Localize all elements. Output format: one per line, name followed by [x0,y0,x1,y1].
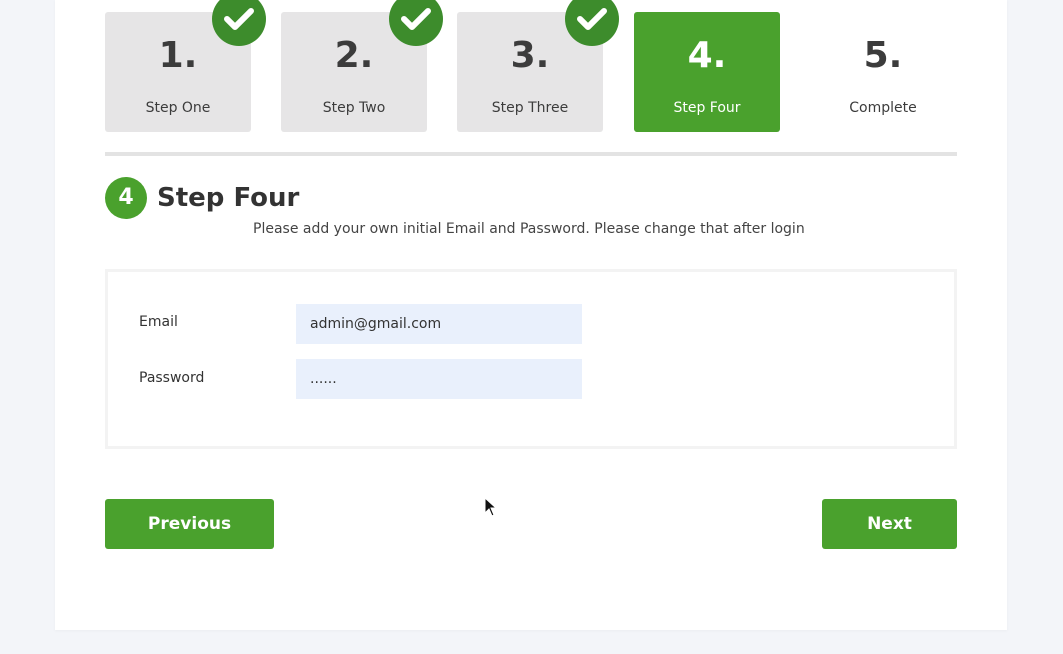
mouse-cursor-icon [484,496,498,521]
step-label: Step One [145,100,211,116]
step-label: Step Four [673,100,741,116]
step-label: Step Two [322,100,386,116]
step-number: 4. [687,35,727,76]
email-field[interactable] [296,304,582,344]
step-complete-tab[interactable]: 5. Complete [810,12,956,132]
step-label: Complete [849,100,917,116]
step-label: Step Three [491,100,569,116]
password-label: Password [139,370,205,386]
step-four-tab[interactable]: 4. Step Four [634,12,780,132]
section-description: Please add your own initial Email and Pa… [253,221,805,237]
next-button[interactable]: Next [822,499,957,549]
previous-button[interactable]: Previous [105,499,274,549]
password-field[interactable] [296,359,582,399]
email-label: Email [139,314,178,330]
progress-divider [105,152,957,156]
section-title: Step Four [157,183,300,213]
step-number-badge: 4 [105,177,147,219]
step-number: 5. [863,35,903,76]
